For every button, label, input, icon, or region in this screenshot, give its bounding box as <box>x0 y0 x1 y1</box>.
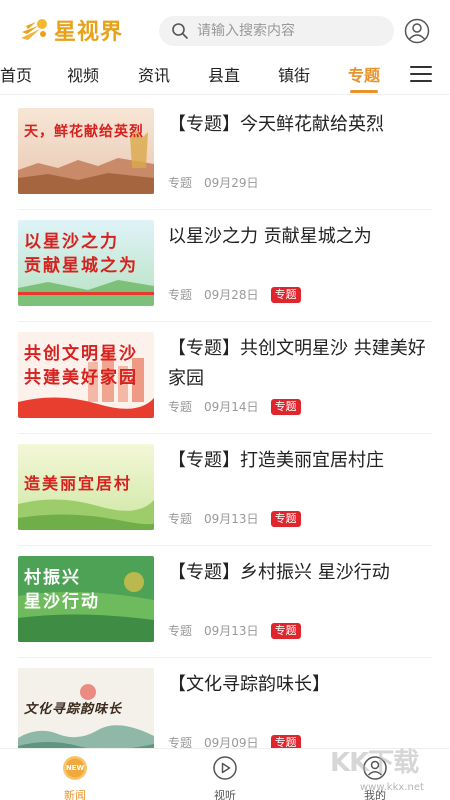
news-source: 专题 <box>168 624 193 638</box>
watermark-url: www.kkx.net <box>360 782 424 793</box>
tab-towns[interactable]: 镇街 <box>278 62 310 90</box>
news-item[interactable]: 造美丽宜居村 【专题】打造美丽宜居村庄 专题 09月13日 专题 <box>0 434 450 546</box>
news-title[interactable]: 【专题】共创文明星沙 共建美好家园 <box>168 334 430 394</box>
nav-av[interactable]: 视听 <box>195 755 255 800</box>
topic-badge: 专题 <box>270 398 301 415</box>
topic-badge: 专题 <box>270 510 301 527</box>
nav-label: 视听 <box>214 789 236 800</box>
news-thumbnail: 共创文明星沙 共建美好家园 <box>18 332 154 418</box>
active-tab-indicator <box>350 90 378 93</box>
tab-county[interactable]: 县直 <box>208 62 240 90</box>
thumbnail-caption: 文化寻踪韵味长 <box>24 702 123 717</box>
thumbnail-caption: 以星沙之力 贡献星城之为 <box>24 232 138 276</box>
news-source: 专题 <box>168 512 193 526</box>
news-source: 专题 <box>168 400 193 414</box>
news-item[interactable]: 村振兴 星沙行动 【专题】乡村振兴 星沙行动 专题 09月13日 专题 <box>0 546 450 658</box>
play-circle-icon <box>213 756 237 780</box>
new-badge-text: NEW <box>65 764 85 772</box>
news-thumbnail: 以星沙之力 贡献星城之为 <box>18 220 154 306</box>
star-logo-icon <box>18 14 50 46</box>
tab-home[interactable]: 首页 <box>0 62 32 90</box>
news-meta: 专题 09月13日 专题 <box>168 510 301 527</box>
news-item[interactable]: 天，鲜花献给英烈 【专题】今天鲜花献给英烈 专题 09月29日 <box>0 98 450 210</box>
topic-badge: 专题 <box>270 286 301 303</box>
topic-badge: 专题 <box>270 622 301 639</box>
search-bar[interactable] <box>159 16 394 46</box>
tab-special-topics[interactable]: 专题 <box>348 62 380 90</box>
nav-label: 新闻 <box>64 789 86 800</box>
thumbnail-caption: 天，鲜花献给英烈 <box>24 124 144 140</box>
news-thumbnail: 村振兴 星沙行动 <box>18 556 154 642</box>
news-thumbnail: 造美丽宜居村 <box>18 444 154 530</box>
news-meta: 专题 09月13日 专题 <box>168 622 301 639</box>
news-title[interactable]: 【文化寻踪韵味长】 <box>168 670 430 700</box>
news-source: 专题 <box>168 176 193 190</box>
nav-news[interactable]: NEW 新闻 <box>45 755 105 800</box>
news-date: 09月29日 <box>204 176 259 190</box>
news-item[interactable]: 以星沙之力 贡献星城之为 以星沙之力 贡献星城之为 专题 09月28日 专题 <box>0 210 450 322</box>
user-icon <box>404 18 430 44</box>
news-title[interactable]: 【专题】乡村振兴 星沙行动 <box>168 558 430 588</box>
news-thumbnail: 文化寻踪韵味长 <box>18 668 154 754</box>
news-meta: 专题 09月14日 专题 <box>168 398 301 415</box>
news-date: 09月14日 <box>204 400 259 414</box>
news-date: 09月13日 <box>204 512 259 526</box>
app-logo: 星视界 <box>18 14 123 46</box>
logo-text: 星视界 <box>54 20 124 45</box>
search-input[interactable] <box>197 23 377 39</box>
thumbnail-caption: 共创文明星沙 共建美好家园 <box>24 344 138 388</box>
tab-news[interactable]: 资讯 <box>138 62 170 90</box>
menu-icon[interactable] <box>410 66 432 84</box>
news-title[interactable]: 以星沙之力 贡献星城之为 <box>168 222 430 252</box>
search-icon <box>172 23 188 39</box>
news-thumbnail: 天，鲜花献给英烈 <box>18 108 154 194</box>
news-item[interactable]: 共创文明星沙 共建美好家园 【专题】共创文明星沙 共建美好家园 专题 09月14… <box>0 322 450 434</box>
news-source: 专题 <box>168 288 193 302</box>
news-date: 09月13日 <box>204 624 259 638</box>
news-title[interactable]: 【专题】打造美丽宜居村庄 <box>168 446 430 476</box>
news-meta: 专题 09月29日 <box>168 174 259 191</box>
news-meta: 专题 09月28日 专题 <box>168 286 301 303</box>
app-header: 星视界 <box>0 0 450 62</box>
tabs-divider <box>0 94 450 95</box>
category-tabs: 首页 视频 资讯 县直 镇街 专题 <box>0 62 450 94</box>
watermark-logo: KK下载 <box>330 748 419 778</box>
news-date: 09月28日 <box>204 288 259 302</box>
news-title[interactable]: 【专题】今天鲜花献给英烈 <box>168 110 430 140</box>
user-profile-button[interactable] <box>404 18 430 44</box>
thumbnail-caption: 造美丽宜居村 <box>24 474 133 493</box>
thumbnail-caption: 村振兴 星沙行动 <box>24 568 100 612</box>
tab-video[interactable]: 视频 <box>67 62 99 90</box>
